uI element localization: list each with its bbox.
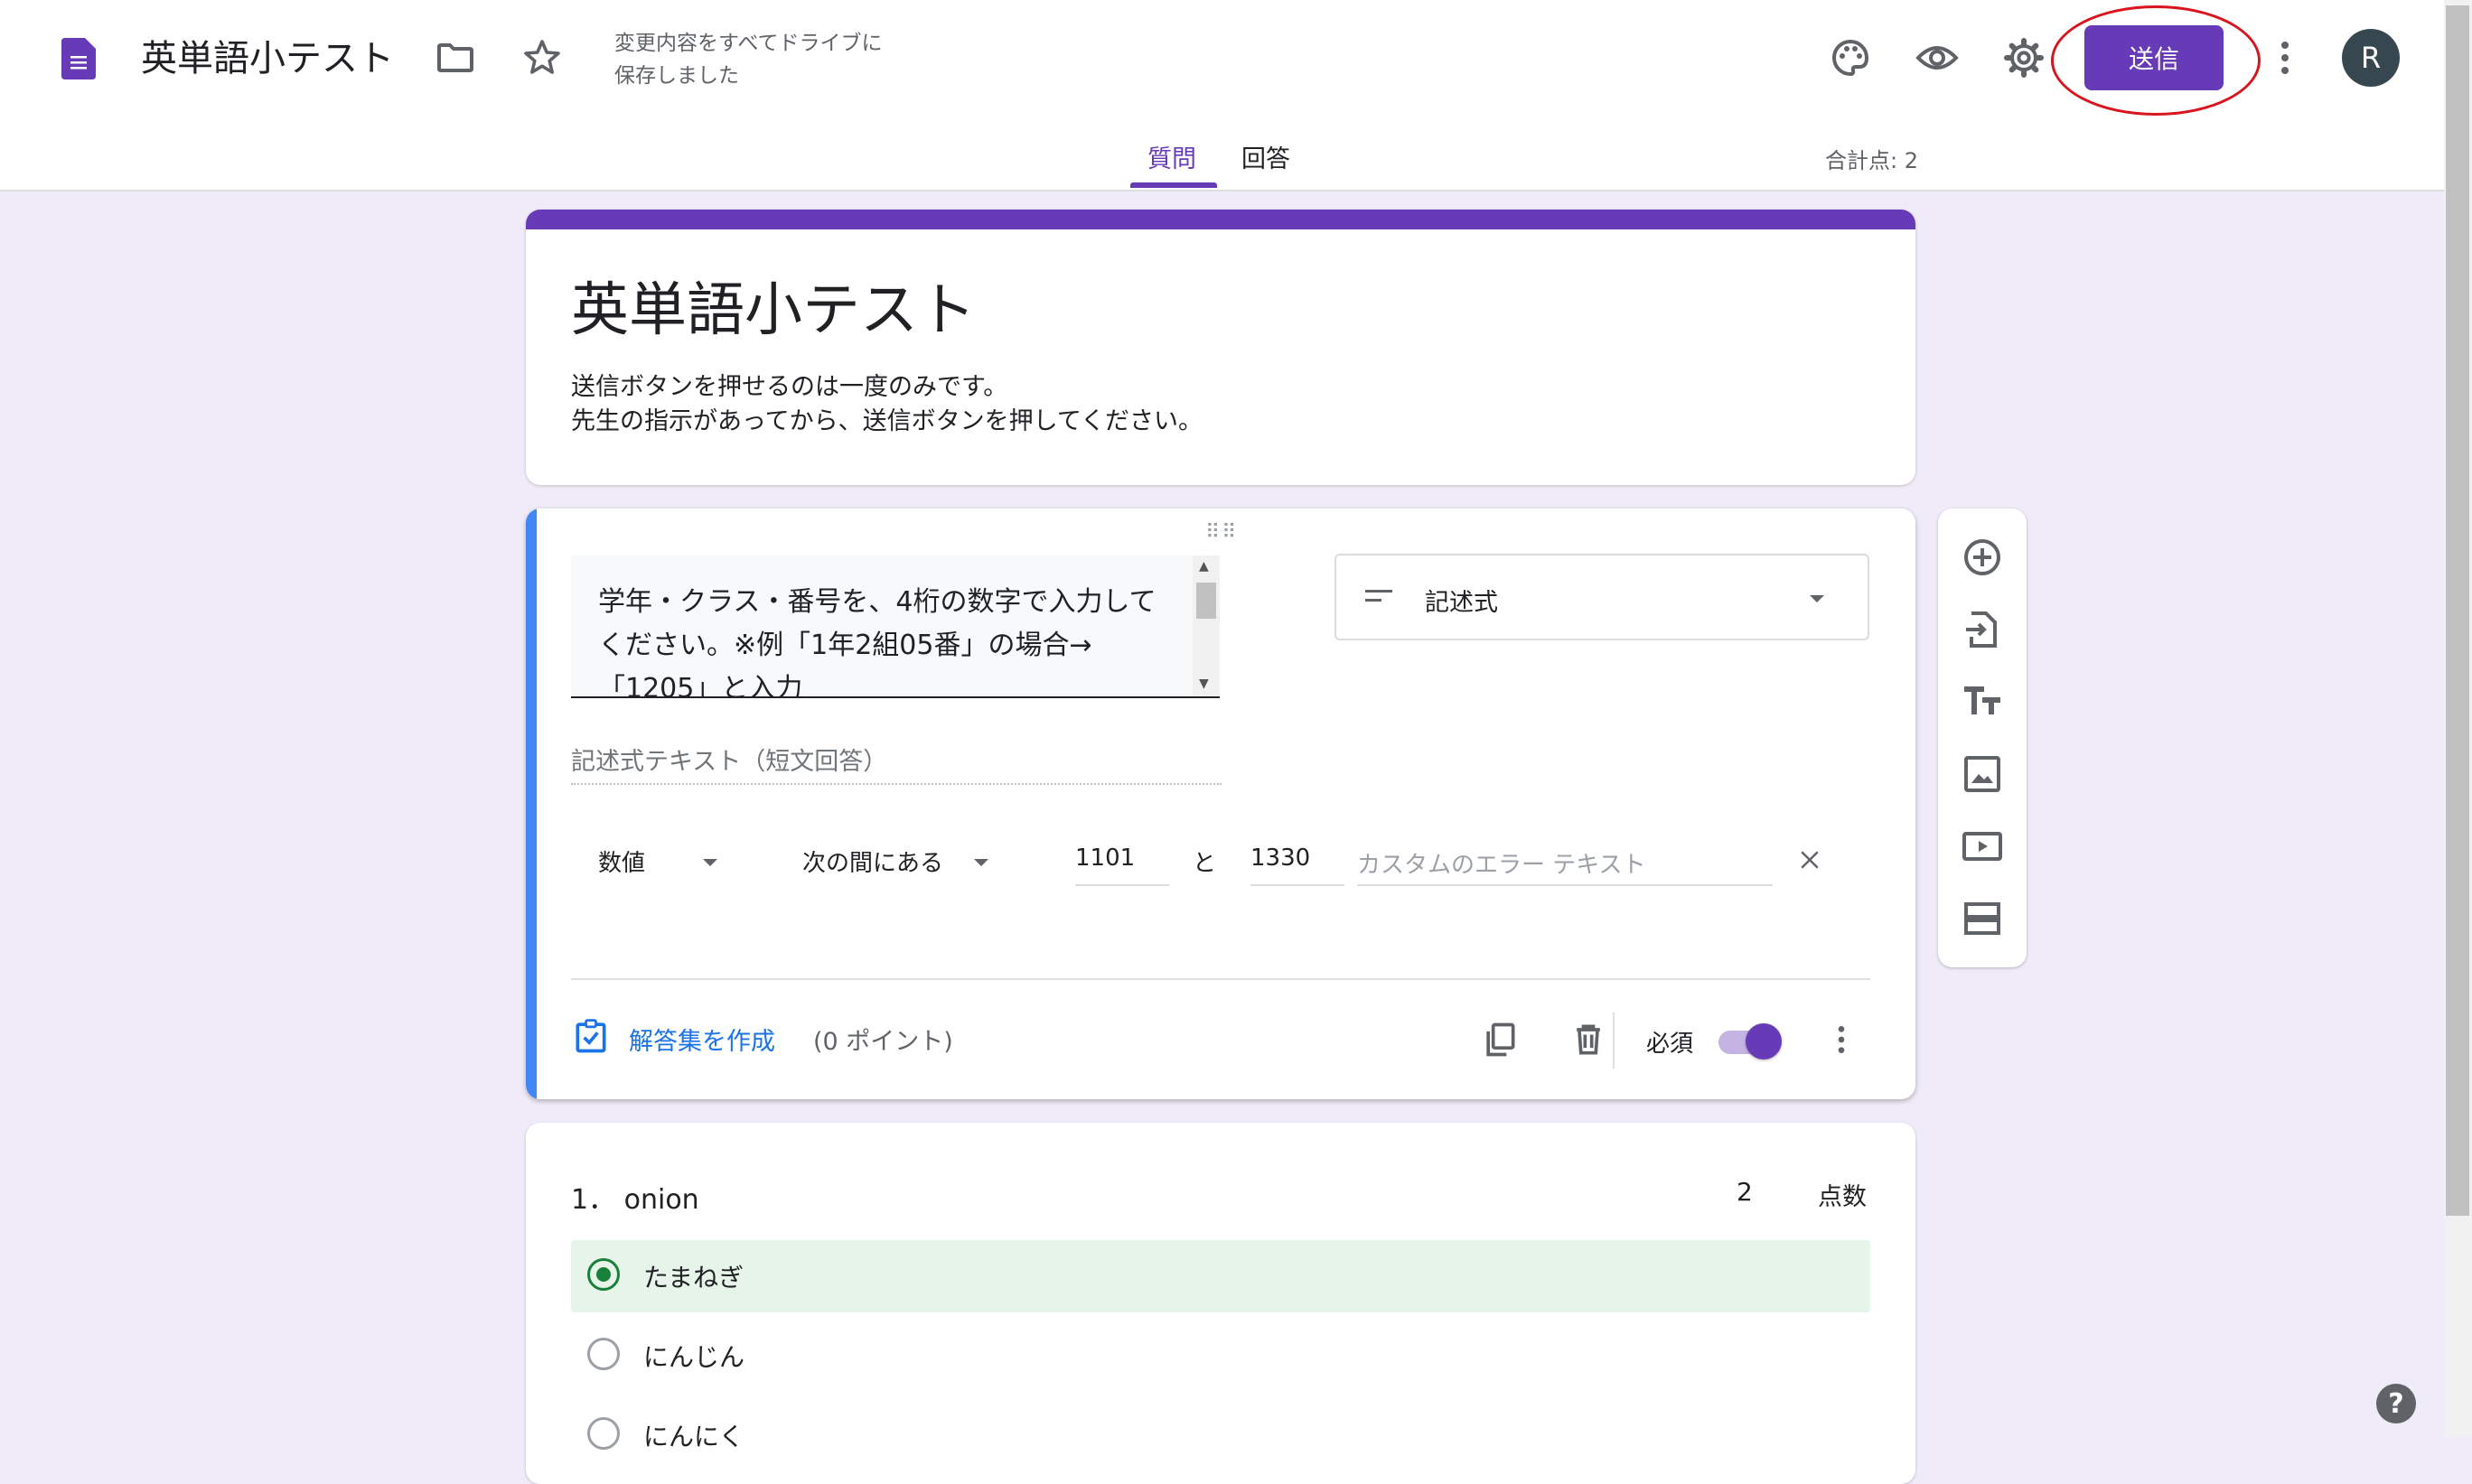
radio-selected-icon[interactable] <box>587 1258 620 1291</box>
top-bar: 英単語小テスト 変更内容をすべてドライブに 保存しました 送信 R 質問 回答 <box>0 0 2444 191</box>
scroll-up-arrow-icon[interactable]: ▲ <box>1199 559 1209 574</box>
question-text-scroll-thumb[interactable] <box>1196 583 1216 619</box>
question-toolbar <box>1938 509 2027 967</box>
close-icon[interactable] <box>1796 846 1823 873</box>
send-button[interactable]: 送信 <box>2084 25 2224 90</box>
form-description[interactable]: 送信ボタンを押せるのは一度のみです。 先生の指示があってから、送信ボタンを押して… <box>571 370 1203 439</box>
more-options-icon[interactable] <box>1823 1022 1859 1058</box>
validation-max-input[interactable]: 1330 <box>1250 835 1344 886</box>
validation-error-input[interactable]: カスタムのエラー テキスト <box>1357 835 1773 886</box>
question-text-field[interactable]: 学年・クラス・番号を、4桁の数字で入力してください。※例「1年2組05番」の場合… <box>571 555 1220 698</box>
option-label: にんじん <box>643 1342 745 1372</box>
gear-icon[interactable] <box>2002 36 2046 79</box>
question-points: (0 ポイント) <box>813 1028 953 1056</box>
duplicate-icon[interactable] <box>1480 1020 1520 1059</box>
validation-and-label: と <box>1193 850 1217 877</box>
docs-icon[interactable] <box>61 38 96 79</box>
option-label: たまねぎ <box>643 1263 744 1293</box>
question-text-scrollbar[interactable]: ▲ ▼ <box>1193 555 1220 696</box>
more-vert-icon[interactable] <box>2263 36 2307 79</box>
add-video-icon[interactable] <box>1961 825 2004 868</box>
page-scrollbar-thumb[interactable] <box>2446 5 2469 1216</box>
required-toggle-thumb[interactable] <box>1746 1023 1782 1059</box>
question-card-multiple-choice[interactable]: 1． onion 2 点数 たまねぎ にんじん にんにく <box>526 1123 1915 1484</box>
title-card-accent <box>526 210 1915 229</box>
radio-icon[interactable] <box>587 1338 620 1370</box>
response-validation-row: 数値 次の間にある 1101 と 1330 カスタムのエラー テキスト <box>571 835 1863 890</box>
total-points: 合計点: 2 <box>1825 148 1918 173</box>
question-type-select[interactable]: 記述式 <box>1334 554 1869 640</box>
question-type-label: 記述式 <box>1425 589 1498 617</box>
question-points-label: 点数 <box>1818 1183 1867 1211</box>
validation-condition-select[interactable]: 次の間にある <box>802 845 943 878</box>
validation-condition-arrow-icon[interactable] <box>970 854 992 872</box>
import-questions-icon[interactable] <box>1961 608 2004 651</box>
document-title[interactable]: 英単語小テスト <box>141 29 394 81</box>
active-tab-indicator <box>1130 182 1217 188</box>
palette-icon[interactable] <box>1829 36 1872 79</box>
short-answer-icon <box>1365 590 1392 602</box>
answer-key-icon[interactable] <box>571 1016 611 1056</box>
add-section-icon[interactable] <box>1961 897 2004 940</box>
validation-kind-arrow-icon[interactable] <box>699 854 721 872</box>
save-status-line2: 保存しました <box>614 64 739 88</box>
save-status-line1: 変更内容をすべてドライブに <box>614 32 883 55</box>
help-icon[interactable]: ? <box>2376 1384 2416 1423</box>
question-title[interactable]: 1． onion <box>571 1177 699 1217</box>
form-title-card[interactable]: 英単語小テスト 送信ボタンを押せるのは一度のみです。 先生の指示があってから、送… <box>526 210 1915 485</box>
question-card-active[interactable]: ⠿⠿ 学年・クラス・番号を、4桁の数字で入力してください。※例「1年2組05番」… <box>526 509 1915 1099</box>
add-title-icon[interactable] <box>1961 680 2004 723</box>
validation-min-input[interactable]: 1101 <box>1075 835 1169 886</box>
validation-kind-select[interactable]: 数値 <box>598 845 645 878</box>
avatar[interactable]: R <box>2342 29 2400 87</box>
add-question-icon[interactable] <box>1961 536 2004 579</box>
question-points-value[interactable]: 2 <box>1737 1177 1753 1207</box>
folder-icon[interactable] <box>434 36 477 79</box>
short-answer-preview: 記述式テキスト（短文回答） <box>571 742 1222 785</box>
option[interactable]: にんにく <box>571 1399 1870 1471</box>
form-description-line2: 先生の指示があってから、送信ボタンを押してください。 <box>571 407 1203 435</box>
delete-icon[interactable] <box>1568 1020 1608 1059</box>
eye-icon[interactable] <box>1915 36 1959 79</box>
answer-key-link[interactable]: 解答集を作成 <box>629 1022 775 1057</box>
tab-questions[interactable]: 質問 <box>1147 139 1196 174</box>
focus-indicator <box>526 509 537 1099</box>
question-text[interactable]: 学年・クラス・番号を、4桁の数字で入力してください。※例「1年2組05番」の場合… <box>598 581 1176 696</box>
scroll-down-arrow-icon[interactable]: ▼ <box>1199 677 1209 691</box>
save-status: 変更内容をすべてドライブに 保存しました <box>614 27 882 92</box>
validation-condition-label: 次の間にある <box>802 850 944 877</box>
option-label: にんにく <box>643 1422 744 1451</box>
drag-handle-icon[interactable]: ⠿⠿ <box>1205 521 1238 544</box>
form-title[interactable]: 英単語小テスト <box>571 264 976 347</box>
footer-divider <box>1613 1013 1615 1069</box>
tab-responses[interactable]: 回答 <box>1241 139 1290 174</box>
card-divider <box>571 978 1870 980</box>
option-correct[interactable]: たまねぎ <box>571 1240 1870 1312</box>
required-label: 必須 <box>1646 1031 1694 1058</box>
question-footer: 解答集を作成 (0 ポイント) 必須 <box>571 996 1870 1078</box>
star-icon[interactable] <box>520 36 564 79</box>
option[interactable]: にんじん <box>571 1320 1870 1392</box>
form-description-line1: 送信ボタンを押せるのは一度のみです。 <box>571 373 1008 401</box>
validation-kind-label: 数値 <box>598 850 646 877</box>
dropdown-arrow-icon <box>1810 595 1824 602</box>
radio-icon[interactable] <box>587 1417 620 1450</box>
add-image-icon[interactable] <box>1961 752 2004 796</box>
